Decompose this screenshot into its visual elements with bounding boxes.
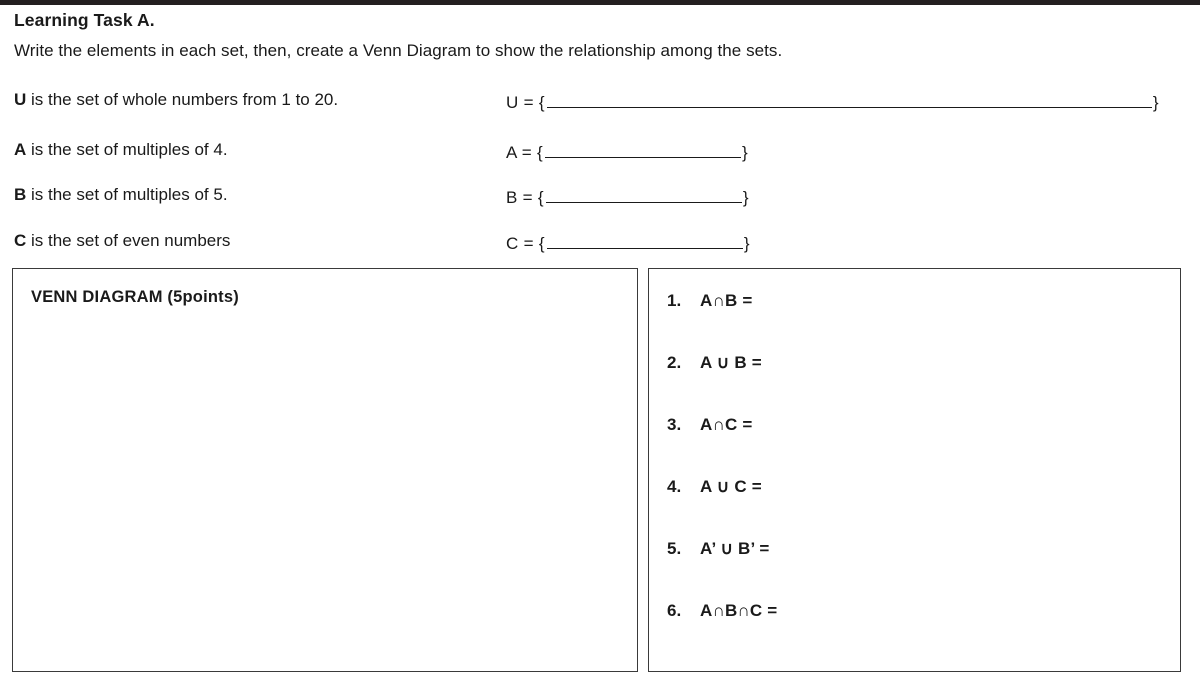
set-answer-close-c: } bbox=[743, 234, 750, 253]
set-letter-a: A bbox=[14, 140, 27, 159]
set-answer-blank-a[interactable] bbox=[544, 140, 741, 158]
set-answer-a: A = { } bbox=[506, 140, 748, 163]
operation-number: 3. bbox=[667, 415, 682, 434]
venn-diagram-drawing-area[interactable] bbox=[13, 321, 637, 669]
set-row-u: U is the set of whole numbers from 1 to … bbox=[0, 90, 1200, 120]
set-description-text-c: is the set of even numbers bbox=[26, 231, 231, 250]
operation-number: 5. bbox=[667, 539, 682, 558]
operation-expression: A’ ∪ B’ = bbox=[700, 539, 770, 558]
page-title: Learning Task A. bbox=[14, 10, 155, 30]
set-description-text-u: is the set of whole numbers from 1 to 20… bbox=[26, 90, 339, 109]
operation-expression: A ∪ C = bbox=[700, 477, 762, 496]
set-answer-blank-u[interactable] bbox=[546, 90, 1152, 108]
set-row-a: A is the set of multiples of 4. A = { } bbox=[0, 140, 1200, 170]
list-item[interactable]: 4. A ∪ C = bbox=[667, 477, 762, 497]
venn-diagram-panel[interactable]: VENN DIAGRAM (5points) bbox=[12, 268, 638, 672]
set-letter-u: U bbox=[14, 90, 27, 109]
instruction-text: Write the elements in each set, then, cr… bbox=[14, 41, 783, 60]
set-description-a: A is the set of multiples of 4. bbox=[14, 140, 228, 160]
operation-number: 1. bbox=[667, 291, 682, 310]
set-answer-close-a: } bbox=[741, 143, 748, 162]
set-answer-u: U = { } bbox=[506, 90, 1159, 113]
operation-expression: A∩B∩C = bbox=[700, 601, 778, 620]
operation-expression: A∩B = bbox=[700, 291, 753, 310]
set-answer-b: B = { } bbox=[506, 185, 749, 208]
venn-diagram-title: VENN DIAGRAM (5points) bbox=[31, 288, 239, 306]
operation-expression: A∩C = bbox=[700, 415, 753, 434]
set-answer-lead-b: B = { bbox=[506, 188, 544, 207]
set-letter-c: C bbox=[14, 231, 27, 250]
set-answer-close-u: } bbox=[1152, 93, 1159, 112]
set-description-u: U is the set of whole numbers from 1 to … bbox=[14, 90, 338, 110]
set-answer-lead-u: U = { bbox=[506, 93, 545, 112]
operation-number: 4. bbox=[667, 477, 682, 496]
set-description-c: C is the set of even numbers bbox=[14, 231, 230, 251]
list-item[interactable]: 3. A∩C = bbox=[667, 415, 752, 435]
list-item[interactable]: 2. A ∪ B = bbox=[667, 353, 762, 373]
set-answer-blank-b[interactable] bbox=[545, 185, 742, 203]
operation-number: 6. bbox=[667, 601, 682, 620]
page-top-edge-band bbox=[0, 0, 1200, 5]
set-description-text-b: is the set of multiples of 5. bbox=[26, 185, 228, 204]
set-letter-b: B bbox=[14, 185, 27, 204]
worksheet-page: Learning Task A. Write the elements in e… bbox=[0, 0, 1200, 676]
set-row-b: B is the set of multiples of 5. B = { } bbox=[0, 185, 1200, 215]
operation-number: 2. bbox=[667, 353, 682, 372]
set-answer-blank-c[interactable] bbox=[546, 231, 743, 249]
set-description-b: B is the set of multiples of 5. bbox=[14, 185, 228, 205]
operation-expression: A ∪ B = bbox=[700, 353, 762, 372]
set-answer-lead-c: C = { bbox=[506, 234, 545, 253]
set-answer-c: C = { } bbox=[506, 231, 750, 254]
set-description-text-a: is the set of multiples of 4. bbox=[26, 140, 228, 159]
list-item[interactable]: 6. A∩B∩C = bbox=[667, 601, 777, 621]
set-answer-close-b: } bbox=[742, 188, 749, 207]
list-item[interactable]: 1. A∩B = bbox=[667, 291, 752, 311]
set-operations-list: 1. A∩B = 2. A ∪ B = 3. A∩C = 4. A ∪ C = … bbox=[649, 269, 1180, 671]
set-operations-panel: 1. A∩B = 2. A ∪ B = 3. A∩C = 4. A ∪ C = … bbox=[648, 268, 1181, 672]
set-row-c: C is the set of even numbers C = { } bbox=[0, 231, 1200, 261]
set-answer-lead-a: A = { bbox=[506, 143, 543, 162]
list-item[interactable]: 5. A’ ∪ B’ = bbox=[667, 539, 770, 559]
